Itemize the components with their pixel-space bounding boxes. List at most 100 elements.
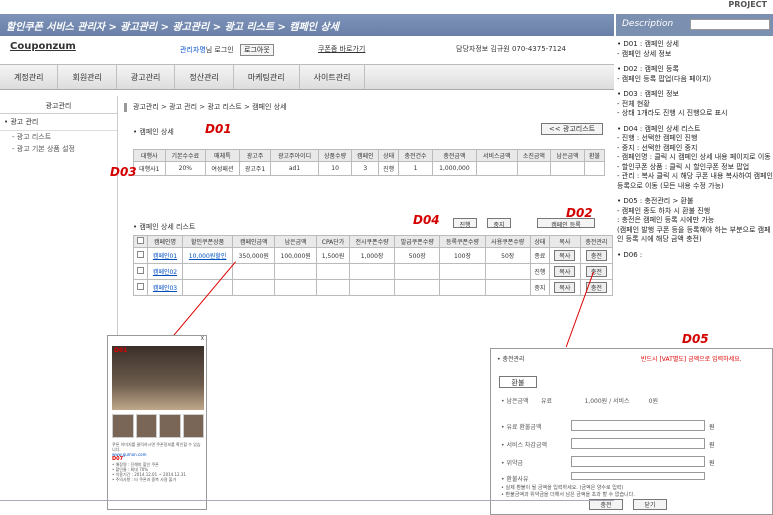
- charge-button[interactable]: 충전: [585, 266, 607, 277]
- campaign-name-link[interactable]: 캠페인03: [147, 279, 183, 296]
- campaign-info-table: 대행사 기본수수료 매체특 광고주 광고주아이디 상품수량 캠페인 상태 충전건…: [133, 149, 606, 176]
- section-title-list: • 캠페인 상세 리스트: [133, 223, 196, 231]
- sidebar-item-ad[interactable]: • 광고 관리: [0, 114, 117, 131]
- penalty-input[interactable]: [571, 456, 705, 467]
- cell: [439, 279, 486, 296]
- cell: 1: [398, 161, 433, 176]
- table-row: 대행사1 20% 여성패션 광고주1 ad1 10 3 진행 1 1,000,0…: [133, 161, 606, 176]
- cell: 100,000원: [274, 247, 318, 264]
- gnb-settlement[interactable]: 정산관리: [175, 65, 234, 89]
- global-nav: 계정관리 회원관리 광고관리 정산관리 마케팅관리 사이트관리: [0, 64, 614, 90]
- gnb-marketing[interactable]: 마케팅관리: [234, 65, 300, 89]
- description-input-box: [690, 19, 770, 30]
- close-button[interactable]: 닫기: [633, 499, 667, 510]
- tag-d01: D01: [205, 122, 232, 136]
- tag-d04: D04: [413, 213, 440, 227]
- copy-cell: 복사: [548, 263, 581, 280]
- cell: [394, 279, 441, 296]
- refund-reason-input[interactable]: [571, 472, 705, 480]
- popup-title: • 충전관리: [497, 356, 525, 363]
- cell: 50장: [484, 247, 531, 264]
- cell: 광고주1: [238, 161, 272, 176]
- cell: 1,500원: [316, 247, 350, 264]
- cell: 1,000,000: [431, 161, 478, 176]
- col-header: 캠페인명: [147, 235, 183, 248]
- gnb-ad[interactable]: 광고관리: [117, 65, 176, 89]
- copy-button[interactable]: 복사: [554, 266, 576, 277]
- top-strip: PROJECT: [0, 0, 773, 14]
- coupon-info-popup: X D01 쿠폰 이미지를 클릭하시면 쿠폰정보를 확인할 수 있습니다. ww…: [107, 335, 207, 510]
- charge-cell: 충전: [579, 263, 614, 280]
- col-header: 남은금액: [274, 235, 318, 248]
- unit-label: 원: [709, 442, 715, 449]
- service-deduct-input[interactable]: [571, 438, 705, 449]
- col-header: 광고주아이디: [270, 149, 319, 162]
- logo[interactable]: Couponzum: [10, 41, 76, 52]
- cell: [476, 161, 518, 176]
- campaign-name-link[interactable]: 캠페인02: [147, 263, 183, 280]
- cell: [316, 263, 350, 280]
- balance-value: 유료 1,000원 / 서비스 0원: [541, 398, 658, 405]
- desc-item: • D05 : 충전관리 > 환불 - 캠페인 종도 하차 시 환불 진행 : …: [617, 197, 771, 243]
- col-header: 기본수수료: [164, 149, 207, 162]
- admin-name: 관리자명: [180, 46, 206, 54]
- copy-button[interactable]: 복사: [554, 250, 576, 261]
- thumbnail[interactable]: [159, 414, 181, 438]
- cell: [484, 279, 531, 296]
- coupon-site-link[interactable]: 쿠폰줌 바로가기: [318, 44, 365, 54]
- paid-refund-label: • 유료 환불금액: [501, 424, 542, 431]
- stop-button[interactable]: 중지: [487, 218, 511, 229]
- sidebar-title: 광고관리: [0, 96, 117, 114]
- logout-button[interactable]: 로그아웃: [240, 44, 274, 56]
- campaign-name-link[interactable]: 캠페인01: [147, 247, 183, 264]
- back-to-list-button[interactable]: << 광고리스트: [541, 123, 603, 135]
- charge-button[interactable]: 충전: [585, 250, 607, 261]
- page-header: 할인쿠폰 서비스 관리자 > 광고관리 > 광고관리 > 광고 리스트 > 캠페…: [0, 14, 614, 36]
- cell: 1,000장: [348, 247, 396, 264]
- col-header: 등록쿠폰수량: [439, 235, 486, 248]
- col-header: 복사: [548, 235, 581, 248]
- status-cell: 종료: [529, 247, 550, 264]
- unit-label: 원: [709, 460, 715, 467]
- select-all-checkbox[interactable]: [132, 235, 149, 248]
- table-header-row: 캠페인명 할인쿠폰상품 캠페인금액 남은금액 CPA단가 전시쿠폰수량 발급쿠폰…: [132, 235, 614, 248]
- row-checkbox[interactable]: [132, 247, 149, 264]
- gnb-site[interactable]: 사이트관리: [300, 65, 366, 89]
- popup-tag: D01: [114, 347, 128, 354]
- paid-refund-input[interactable]: [571, 420, 705, 431]
- charge-cell: 충전: [579, 247, 614, 264]
- description-panel: • D01 : 캠페인 상세 - 캠페인 상세 정보 • D02 : 캠페인 등…: [617, 40, 773, 266]
- refund-tab[interactable]: 환불: [499, 376, 537, 388]
- gnb-member[interactable]: 회원관리: [58, 65, 117, 89]
- coupon-thumbnails: [112, 414, 204, 438]
- campaign-register-button[interactable]: 캠페인 등록: [537, 218, 595, 229]
- col-header: 상품수량: [317, 149, 353, 162]
- popup-close-icon[interactable]: X: [108, 336, 206, 344]
- sidebar-sub-ad-list[interactable]: - 광고 리스트: [0, 131, 117, 143]
- description-title: Description: [622, 19, 674, 29]
- cell: ad1: [270, 161, 319, 176]
- cell: [232, 263, 276, 280]
- cell: 여성패션: [205, 161, 240, 176]
- contact-info: 담당자정보 김규원 070-4375-7124: [456, 45, 567, 53]
- thumbnail[interactable]: [182, 414, 204, 438]
- section-title-detail: • 캠페인 상세: [133, 128, 174, 136]
- gnb-account[interactable]: 계정관리: [0, 65, 59, 89]
- sidebar: 광고관리 • 광고 관리 - 광고 리스트 - 광고 기본 상품 설정: [0, 96, 118, 396]
- cell: [550, 161, 585, 176]
- col-header: 발급쿠폰수량: [394, 235, 441, 248]
- thumbnail[interactable]: [135, 414, 157, 438]
- col-header: 상태: [529, 235, 550, 248]
- row-checkbox[interactable]: [132, 279, 149, 296]
- col-header: 환불: [583, 149, 606, 162]
- popup-warning: 반드시 [VAT별도] 금액으로 입력하세요.: [641, 356, 742, 363]
- cell: [274, 263, 318, 280]
- col-header: 상태: [378, 149, 400, 162]
- sidebar-sub-product-setting[interactable]: - 광고 기본 상품 설정: [0, 143, 117, 155]
- thumbnail[interactable]: [112, 414, 134, 438]
- row-checkbox[interactable]: [132, 263, 149, 280]
- progress-button[interactable]: 진행: [453, 218, 477, 229]
- copy-button[interactable]: 복사: [554, 282, 576, 293]
- col-header: 남은금액: [550, 149, 585, 162]
- coupon-product-link[interactable]: 10,000원할인: [181, 247, 234, 264]
